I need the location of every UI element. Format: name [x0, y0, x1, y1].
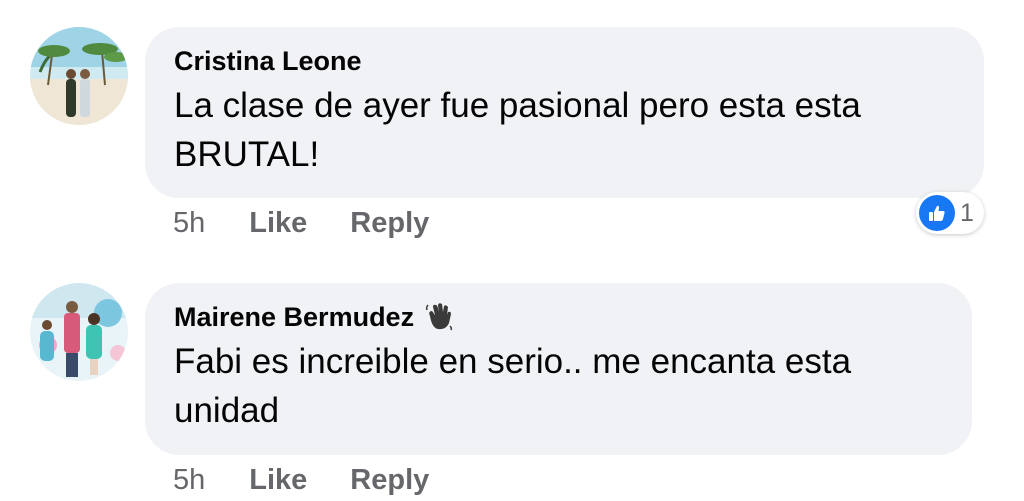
author-name[interactable]: Cristina Leone [174, 45, 362, 77]
comment-actions: 5h Like Reply [173, 464, 472, 497]
comment-author[interactable]: Mairene Bermudez [174, 301, 942, 333]
comment-author[interactable]: Cristina Leone [174, 45, 954, 77]
like-icon [919, 195, 955, 231]
reply-button[interactable]: Reply [350, 464, 429, 497]
comment-timestamp[interactable]: 5h [173, 464, 205, 497]
avatar-photo [30, 27, 128, 125]
waving-hand-icon [424, 302, 454, 332]
reaction-summary[interactable]: 1 [916, 192, 984, 234]
comment-bubble: Cristina Leone La clase de ayer fue pasi… [145, 27, 984, 198]
like-button[interactable]: Like [249, 207, 307, 240]
reply-button[interactable]: Reply [350, 207, 429, 240]
comment: Mairene Bermudez Fabi es increible en se… [0, 260, 1024, 501]
avatar-photo [30, 283, 128, 381]
avatar[interactable] [30, 27, 128, 125]
comment-bubble: Mairene Bermudez Fabi es increible en se… [145, 283, 972, 455]
comment-text: La clase de ayer fue pasional pero esta … [174, 86, 861, 174]
comment-timestamp[interactable]: 5h [173, 207, 205, 240]
comment-text: Fabi es increible en serio.. me encanta … [174, 342, 852, 430]
reaction-count: 1 [960, 198, 974, 227]
comment: Cristina Leone La clase de ayer fue pasi… [0, 0, 1024, 260]
author-name[interactable]: Mairene Bermudez [174, 301, 414, 333]
like-button[interactable]: Like [249, 464, 307, 497]
comment-actions: 5h Like Reply [173, 207, 472, 240]
avatar[interactable] [30, 283, 128, 381]
